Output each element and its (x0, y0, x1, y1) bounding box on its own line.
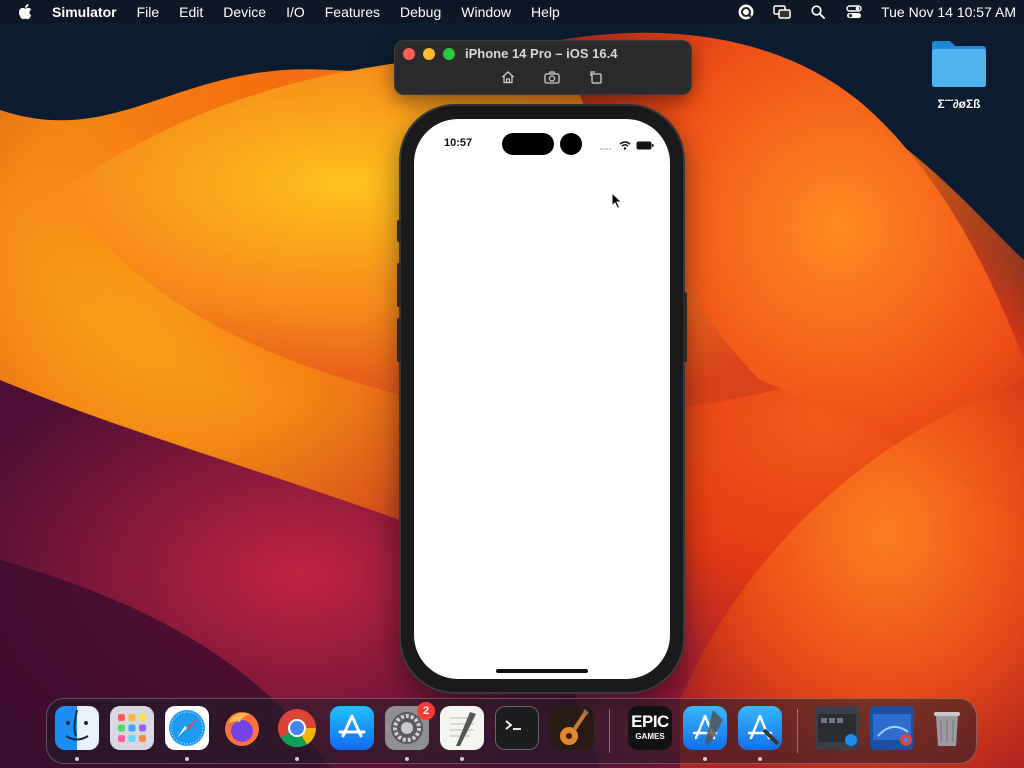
finder-running-indicator (75, 757, 79, 761)
safari-icon[interactable] (165, 706, 209, 750)
control-center-icon[interactable] (845, 4, 863, 20)
battery-icon (636, 137, 654, 155)
minimize-button[interactable] (423, 48, 435, 60)
xcode-running-indicator (703, 757, 707, 761)
mouse-pointer-icon (611, 191, 623, 215)
close-button[interactable] (403, 48, 415, 60)
rotate-icon[interactable] (587, 69, 605, 85)
system-settings-running-indicator (405, 757, 409, 761)
fullscreen-button[interactable] (443, 48, 455, 60)
safari-running-indicator (185, 757, 189, 761)
menu-file[interactable]: File (137, 4, 160, 20)
front-camera (560, 133, 582, 155)
epic-label: EPIC (631, 712, 669, 731)
menu-help[interactable]: Help (531, 4, 560, 20)
menu-app-name[interactable]: Simulator (52, 4, 117, 20)
recent-window-chrome-icon[interactable] (870, 706, 914, 750)
folder-label: Σ˜˜∂øΣß (937, 97, 981, 111)
menu-debug[interactable]: Debug (400, 4, 441, 20)
menu-features[interactable]: Features (325, 4, 380, 20)
menu-bar-extras: Tue Nov 14 10:57 AM (737, 4, 1016, 20)
status-bar-time: 10:57 (444, 137, 473, 149)
home-icon[interactable] (499, 69, 517, 85)
app-store-icon[interactable] (330, 706, 374, 750)
epic-games-icon[interactable]: EPIC GAMES (628, 706, 672, 750)
action-button[interactable] (397, 220, 401, 242)
menu-io[interactable]: I/O (286, 4, 305, 20)
side-button[interactable] (683, 292, 687, 362)
textedit-running-indicator (460, 757, 464, 761)
menu-device[interactable]: Device (223, 4, 266, 20)
system-settings-icon[interactable]: 2 (385, 702, 435, 750)
window-controls (403, 48, 455, 60)
xcode-tools-running-indicator (758, 757, 762, 761)
chrome-running-indicator (295, 757, 299, 761)
recent-window-icon[interactable] (815, 706, 859, 750)
desktop-folder[interactable]: Σ˜˜∂øΣß (924, 38, 994, 111)
iphone-device-frame: 10:57 (397, 106, 687, 692)
screen-mirroring-icon[interactable] (773, 4, 791, 20)
screen-record-icon[interactable] (737, 4, 755, 20)
folder-icon (932, 41, 986, 87)
dock: 2 EPIC GAMES (46, 698, 977, 764)
notification-badge: 2 (417, 702, 435, 720)
apple-menu-icon[interactable] (18, 3, 34, 21)
dynamic-island (502, 133, 554, 155)
finder-icon[interactable] (55, 706, 99, 750)
wifi-icon (619, 137, 631, 155)
terminal-icon[interactable] (495, 706, 539, 750)
spotlight-search-icon[interactable] (809, 4, 827, 20)
trash-icon[interactable] (925, 706, 969, 750)
xcode-tools-icon[interactable] (738, 706, 782, 750)
menu-window[interactable]: Window (461, 4, 511, 20)
menu-bar: Simulator File Edit Device I/O Features … (0, 0, 1024, 23)
volume-down-button[interactable] (397, 318, 401, 362)
status-bar-icons (600, 137, 654, 155)
launchpad-icon[interactable] (110, 706, 154, 750)
firefox-icon[interactable] (220, 706, 264, 750)
garageband-icon[interactable] (550, 706, 594, 750)
dock-separator (609, 709, 610, 753)
menu-edit[interactable]: Edit (179, 4, 203, 20)
simulator-window[interactable]: iPhone 14 Pro – iOS 16.4 (394, 40, 692, 95)
textedit-icon[interactable] (440, 706, 484, 750)
chrome-icon[interactable] (275, 706, 319, 750)
iphone-screen[interactable]: 10:57 (414, 119, 670, 679)
signal-icon (600, 137, 614, 155)
simulator-toolbar (499, 69, 605, 85)
simulator-window-title: iPhone 14 Pro – iOS 16.4 (465, 46, 618, 61)
home-indicator[interactable] (496, 669, 588, 673)
volume-up-button[interactable] (397, 263, 401, 307)
xcode-icon[interactable] (683, 706, 727, 750)
dock-separator (797, 709, 798, 753)
games-label: GAMES (635, 732, 665, 741)
screenshot-icon[interactable] (543, 69, 561, 85)
menu-bar-clock[interactable]: Tue Nov 14 10:57 AM (881, 4, 1016, 20)
